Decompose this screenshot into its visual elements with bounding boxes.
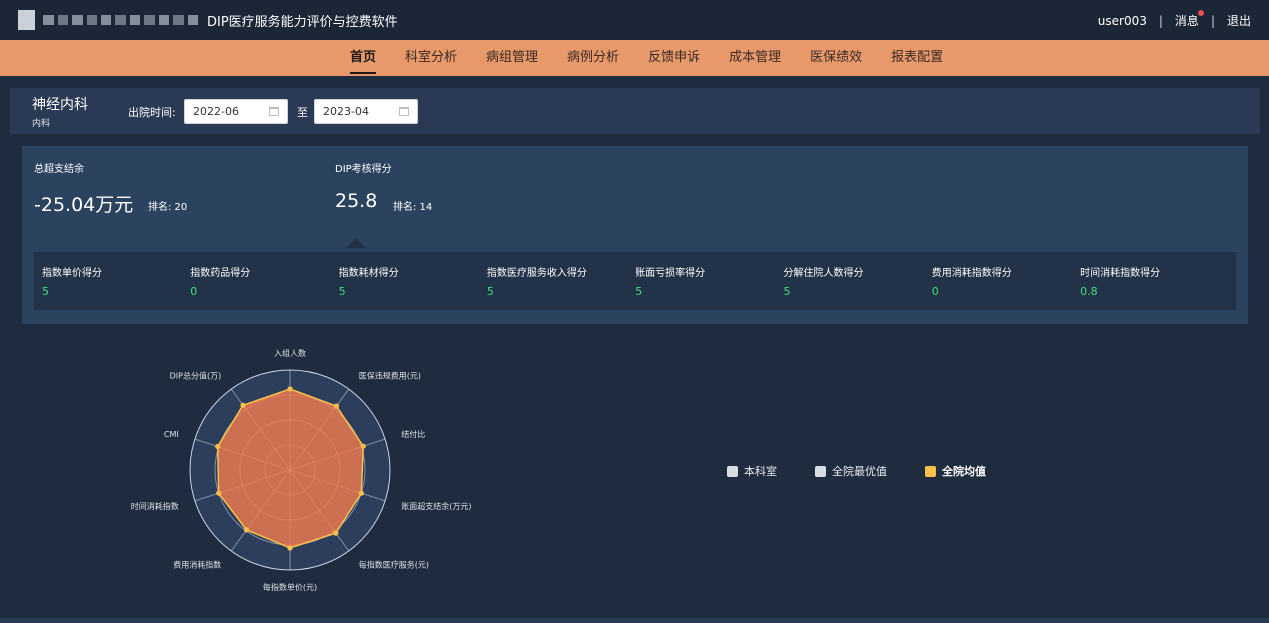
radar-data-point bbox=[287, 386, 293, 392]
legend-label: 本科室 bbox=[744, 465, 777, 478]
score-label: 指数医疗服务收入得分 bbox=[486, 268, 587, 279]
messages-link[interactable]: 消息 bbox=[1174, 10, 1204, 29]
app-logo bbox=[18, 6, 199, 34]
score-label: 指数药品得分 bbox=[190, 268, 251, 279]
radar-chart: 入组人数医保违规费用(元) 结付比账面超支结余(万元) 每指数医疗服务(元) 每指数单… bbox=[131, 348, 472, 592]
radar-data-point bbox=[243, 527, 250, 533]
score-breakdown: 指数单价得分 5 指数药品得分 0 指数耗材得分 5 指数医疗服务收入得分 5 账面亏损率得分 5… bbox=[34, 252, 1236, 310]
radar-data-point bbox=[333, 403, 340, 409]
legend-item[interactable]: 全院最优值 bbox=[815, 463, 887, 479]
dip-score-rank: 排名: 14 bbox=[393, 202, 433, 213]
score-value: 5 bbox=[338, 285, 346, 298]
bottom-divider bbox=[0, 618, 1269, 623]
score-label: 指数单价得分 bbox=[42, 268, 102, 279]
nav-item[interactable]: 医保绩效 bbox=[810, 40, 862, 76]
balance-label: 总超支结余 bbox=[34, 164, 84, 175]
chart-legend: 本科室 全院最优值 全院均值 bbox=[727, 463, 986, 479]
score-value: 5 bbox=[42, 285, 49, 298]
user-area: user003 | 消息 | 退出 bbox=[1098, 10, 1251, 29]
main-nav: 首页 科室分析 病组管理 病例分析 反馈申诉 成本管理 医保绩效 报表配置 bbox=[0, 40, 1269, 76]
nav-item[interactable]: 首页 bbox=[350, 40, 377, 76]
score-value: 0 bbox=[190, 285, 198, 298]
legend-label: 全院最优值 bbox=[832, 465, 887, 478]
score-item: 指数单价得分 5 bbox=[42, 264, 182, 298]
notification-dot bbox=[1197, 10, 1204, 16]
username[interactable]: user003 bbox=[1098, 14, 1147, 28]
radar-data-point bbox=[216, 490, 222, 496]
radar-data-point bbox=[333, 530, 339, 536]
radar-data-point bbox=[215, 443, 221, 450]
legend-item[interactable]: 本科室 bbox=[727, 463, 777, 479]
separator: | bbox=[1210, 13, 1215, 28]
nav-item[interactable]: 反馈申诉 bbox=[648, 40, 700, 76]
radar-axis-label: 时间消耗指数 bbox=[131, 501, 179, 511]
department-name: 神经内科 bbox=[32, 97, 88, 113]
date-range-separator: 至 bbox=[297, 106, 308, 119]
score-label: 时间消耗指数得分 bbox=[1080, 268, 1161, 279]
nav-item[interactable]: 报表配置 bbox=[891, 40, 943, 76]
legend-swatch bbox=[925, 465, 936, 477]
radar-axis-label: 结付比 bbox=[401, 429, 425, 439]
end-date-input[interactable]: 2023-04 bbox=[314, 99, 418, 124]
app-title: DIP医疗服务能力评价与控费软件 bbox=[207, 15, 398, 30]
balance-rank: 排名: 20 bbox=[148, 202, 188, 213]
score-label: 账面亏损率得分 bbox=[635, 268, 706, 279]
score-label: 分解住院人数得分 bbox=[783, 268, 864, 279]
score-item: 时间消耗指数得分 0.8 bbox=[1080, 264, 1220, 298]
separator: | bbox=[1158, 13, 1163, 28]
dip-score-value: 25.8 bbox=[335, 190, 378, 212]
nav-item[interactable]: 成本管理 bbox=[729, 40, 781, 76]
end-date-value: 2023-04 bbox=[323, 105, 369, 118]
dip-score-label[interactable]: DIP考核得分 bbox=[335, 160, 392, 175]
chart-area: 入组人数医保违规费用(元) 结付比账面超支结余(万元) 每指数医疗服务(元) 每指数单… bbox=[22, 330, 1260, 615]
start-date-value: 2022-06 bbox=[193, 105, 239, 118]
score-value: 5 bbox=[486, 285, 494, 298]
radar-axis-label: 账面超支结余(万元) bbox=[401, 501, 471, 511]
score-item: 指数医疗服务收入得分 5 bbox=[487, 264, 627, 298]
summary-panel: 总超支结余 -25.04万元 排名: 20 DIP考核得分 25.8 排名: 1… bbox=[22, 146, 1248, 324]
radar-data-point bbox=[287, 545, 293, 551]
score-item: 分解住院人数得分 5 bbox=[784, 264, 924, 298]
score-label: 指数耗材得分 bbox=[338, 268, 399, 279]
messages-label: 消息 bbox=[1174, 14, 1199, 28]
balance-value: -25.04万元 bbox=[34, 194, 134, 216]
legend-label: 全院均值 bbox=[942, 465, 986, 478]
nav-item[interactable]: 病例分析 bbox=[567, 40, 619, 76]
radar-axis-label: CMI bbox=[164, 430, 179, 439]
radar-axis-label: 医保违规费用(元) bbox=[359, 370, 421, 380]
selected-indicator bbox=[346, 238, 366, 248]
score-value: 5 bbox=[635, 285, 643, 298]
top-header: DIP医疗服务能力评价与控费软件 user003 | 消息 | 退出 bbox=[0, 0, 1269, 40]
score-item: 费用消耗指数得分 0 bbox=[932, 264, 1072, 298]
start-date-input[interactable]: 2022-06 bbox=[184, 99, 288, 124]
filter-panel: 神经内科 内科 出院时间: 2022-06 至 2023-04 bbox=[10, 88, 1260, 134]
radar-data-point bbox=[358, 490, 364, 496]
radar-axis-label: 每指数医疗服务(元) bbox=[359, 560, 429, 570]
legend-swatch bbox=[815, 465, 826, 477]
score-item: 指数耗材得分 5 bbox=[339, 264, 479, 298]
radar-axis-label: 入组人数 bbox=[274, 348, 306, 358]
radar-axis-label: DIP总分值(万) bbox=[170, 370, 222, 380]
score-label: 费用消耗指数得分 bbox=[931, 268, 1012, 279]
score-value: 0.8 bbox=[1080, 285, 1098, 298]
nav-items: 首页 科室分析 病组管理 病例分析 反馈申诉 成本管理 医保绩效 报表配置 bbox=[350, 40, 972, 76]
score-item: 账面亏损率得分 5 bbox=[635, 264, 775, 298]
legend-item[interactable]: 全院均值 bbox=[925, 463, 986, 479]
radar-axis-label: 每指数单价(元) bbox=[263, 582, 317, 592]
calendar-icon bbox=[269, 107, 279, 116]
radar-axis-label: 费用消耗指数 bbox=[173, 560, 221, 570]
discharge-date-label: 出院时间: bbox=[128, 106, 176, 119]
score-item: 指数药品得分 0 bbox=[190, 264, 330, 298]
radar-data-point bbox=[240, 402, 246, 408]
score-value: 5 bbox=[783, 285, 791, 298]
department-category: 内科 bbox=[32, 119, 51, 129]
legend-swatch bbox=[727, 465, 738, 477]
calendar-icon bbox=[399, 107, 409, 116]
radar-data-point bbox=[360, 443, 366, 449]
logout-link[interactable]: 退出 bbox=[1227, 12, 1251, 29]
score-value: 0 bbox=[931, 285, 939, 298]
nav-item[interactable]: 病组管理 bbox=[486, 40, 538, 76]
nav-item[interactable]: 科室分析 bbox=[405, 40, 457, 76]
